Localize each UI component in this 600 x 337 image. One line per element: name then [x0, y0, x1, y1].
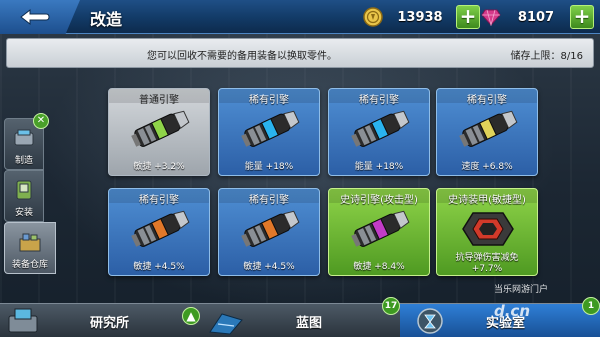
gem-amount: 8107 [517, 9, 555, 25]
card-title: 史诗装甲(敏捷型) [448, 195, 526, 206]
install-icon [16, 180, 32, 200]
card-stat-value: +7.7% [471, 264, 503, 274]
back-arrow-icon [20, 8, 50, 26]
info-message: 您可以回收不需要的备用装备以换取零件。 [147, 51, 337, 62]
lab-icon [417, 308, 443, 334]
equipment-card[interactable]: 稀有引擎能量 +18% [328, 88, 430, 176]
storage-capacity: 储存上限：8/16 [510, 51, 583, 62]
warehouse-icon [19, 233, 41, 252]
equipment-card[interactable]: 史诗装甲(敏捷型) 抗导弹伤害减免 +7.7% [436, 188, 538, 276]
gold-coin-icon [362, 6, 384, 28]
card-stat: 敏捷 +3.2% [133, 162, 185, 172]
card-title: 稀有引擎 [359, 95, 399, 106]
nav-research-label: 研究所 [90, 315, 130, 331]
engine-part-icon [241, 210, 300, 247]
research-icon [8, 308, 38, 333]
add-gem-button[interactable]: + [570, 5, 594, 29]
equipment-card[interactable]: 稀有引擎能量 +18% [218, 88, 320, 176]
sidebar-item-label: 制造 [14, 156, 33, 166]
armor-part-icon [462, 212, 514, 246]
sidebar-item-manufacture[interactable]: ✕ 制造 [4, 113, 49, 170]
card-stat: 抗导弹伤害减免 [455, 253, 519, 263]
nav-blueprint[interactable]: 蓝图 17 [202, 297, 400, 337]
sidebar-item-label: 安装 [14, 208, 33, 218]
equipment-card[interactable]: 稀有引擎速度 +6.8% [436, 88, 538, 176]
card-stat: 敏捷 +4.5% [133, 262, 185, 272]
wrench-icon [14, 129, 34, 146]
equipment-card[interactable]: 稀有引擎敏捷 +4.5% [218, 188, 320, 276]
bottom-nav: 研究所 ▲ 蓝图 17 实验室 1 d.cn [0, 297, 600, 337]
watermark-logo: d.cn [494, 302, 531, 320]
gold-resource: 13938 + [362, 4, 480, 30]
card-stat: 能量 +18% [354, 162, 404, 172]
card-stat: 敏捷 +8.4% [353, 262, 405, 272]
blueprint-icon [209, 313, 243, 335]
engine-part-icon [459, 110, 518, 147]
sidebar-item-label: 装备仓库 [11, 260, 48, 270]
card-title: 稀有引擎 [467, 95, 507, 106]
sidebar-item-install[interactable]: 安装 [4, 170, 44, 222]
engine-part-icon [131, 210, 190, 247]
lab-count-badge: 1 [582, 297, 600, 315]
wrench-badge-icon: ✕ [33, 113, 49, 129]
equipment-card[interactable]: 稀有引擎敏捷 +4.5% [108, 188, 210, 276]
card-title: 史诗引擎(攻击型) [340, 195, 418, 206]
sidebar-item-warehouse[interactable]: 装备仓库 [4, 222, 56, 274]
blueprint-count-badge: 17 [382, 297, 400, 315]
gem-icon [480, 6, 502, 28]
equipment-card[interactable]: 普通引擎敏捷 +3.2% [108, 88, 210, 176]
watermark-text: 当乐网游门户 [494, 285, 549, 295]
card-stat: 速度 +6.8% [461, 162, 513, 172]
gem-resource: 8107 + [480, 4, 594, 30]
card-stat: 敏捷 +4.5% [243, 262, 295, 272]
up-arrow-badge-icon: ▲ [182, 307, 200, 325]
top-bar: 改造 13938 + 8107 + [0, 0, 600, 34]
nav-research[interactable]: 研究所 ▲ [0, 304, 200, 337]
back-button[interactable] [0, 0, 80, 34]
card-stat: 能量 +18% [244, 162, 294, 172]
nav-blueprint-label: 蓝图 [296, 315, 323, 331]
gold-amount: 13938 [397, 9, 443, 25]
card-title: 稀有引擎 [139, 195, 179, 206]
card-title: 普通引擎 [139, 95, 179, 106]
page-title: 改造 [90, 10, 123, 29]
equipment-card[interactable]: 史诗引擎(攻击型) 敏捷 +8.4% [328, 188, 430, 276]
engine-part-icon [351, 210, 410, 247]
engine-part-icon [351, 110, 410, 147]
card-title: 稀有引擎 [249, 195, 289, 206]
add-gold-button[interactable]: + [456, 5, 480, 29]
engine-part-icon [131, 110, 190, 147]
card-title: 稀有引擎 [249, 95, 289, 106]
engine-part-icon [241, 110, 300, 147]
info-bar: 您可以回收不需要的备用装备以换取零件。 储存上限：8/16 [6, 38, 594, 68]
